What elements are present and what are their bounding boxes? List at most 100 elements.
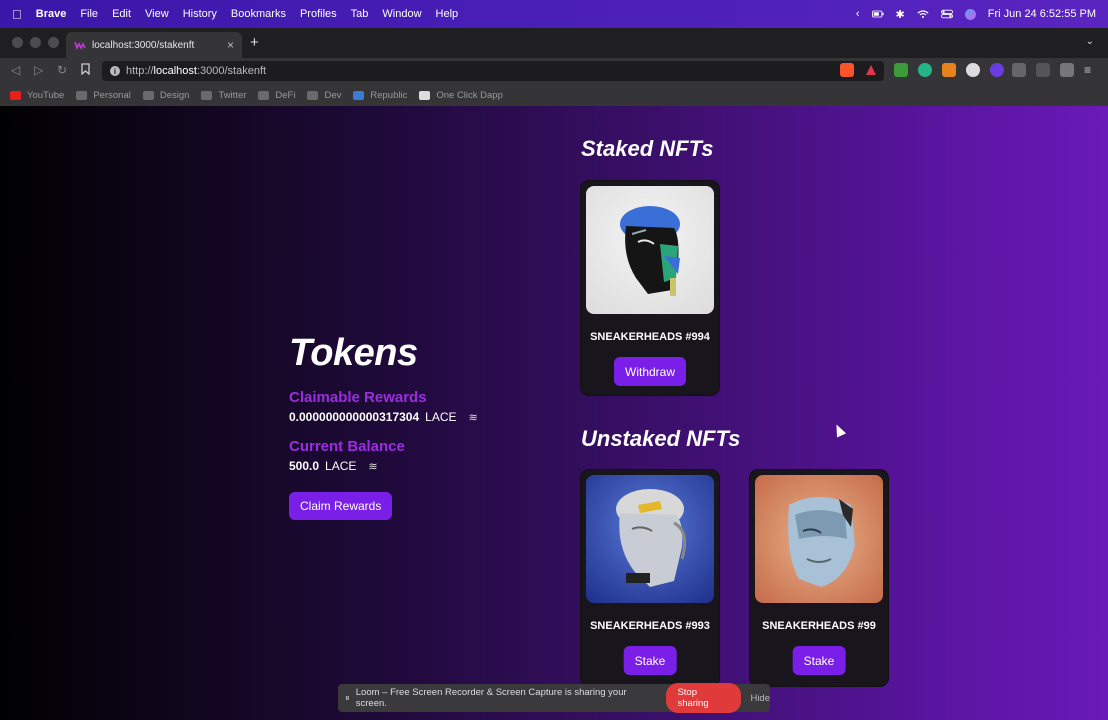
menu-app-brave[interactable]: Brave	[36, 8, 67, 20]
claimable-rewards-row: 0.000000000000317304 LACE ≋	[289, 410, 478, 424]
extension-grammarly-icon[interactable]	[918, 63, 932, 77]
extensions-puzzle-icon[interactable]	[1012, 63, 1026, 77]
stake-button[interactable]: Stake	[623, 646, 677, 675]
unstaked-nfts-title: Unstaked NFTs	[581, 426, 741, 451]
stake-button[interactable]: Stake	[792, 646, 846, 675]
bookmark-personal[interactable]: Personal	[76, 90, 131, 101]
withdraw-button[interactable]: Withdraw	[613, 357, 687, 386]
nft-head-image	[788, 497, 855, 587]
claimable-rewards-value: 0.000000000000317304	[289, 410, 420, 424]
extension-c-icon[interactable]	[966, 63, 980, 77]
nft-card-unstaked-99: SNEAKERHEADS #99 Stake	[750, 470, 888, 686]
bookmark-label: Republic	[370, 89, 408, 101]
menu-help[interactable]: Help	[436, 8, 459, 20]
window-controls	[12, 37, 59, 48]
nft-head-image	[620, 206, 680, 296]
back-button[interactable]: ◁	[11, 63, 20, 77]
bookmark-label: Personal	[93, 89, 131, 101]
nft-image	[755, 475, 883, 603]
minimize-window-button[interactable]	[30, 37, 41, 48]
folder-icon	[201, 90, 213, 100]
bookmark-label: Twitter	[218, 89, 247, 101]
stop-sharing-button[interactable]: Stop sharing	[666, 683, 742, 713]
brave-shields-icon[interactable]	[840, 63, 854, 77]
bluetooth-icon[interactable]: ✱	[896, 8, 905, 21]
menu-view[interactable]: View	[145, 8, 169, 20]
bookmark-icon[interactable]	[81, 63, 90, 75]
new-tab-button[interactable]: +	[250, 34, 259, 51]
metamask-icon[interactable]	[942, 63, 956, 77]
forward-button[interactable]: ▷	[34, 63, 43, 77]
close-window-button[interactable]	[12, 37, 23, 48]
nft-name: SNEAKERHEADS #993	[590, 620, 710, 632]
apple-icon[interactable]: 	[12, 7, 22, 22]
bookmark-defi[interactable]: DeFi	[258, 90, 295, 101]
loom-message: Loom – Free Screen Recorder & Screen Cap…	[355, 687, 627, 709]
current-balance-value: 500.0	[289, 459, 320, 473]
claim-rewards-button[interactable]: Claim Rewards	[289, 492, 393, 520]
mouse-cursor	[831, 422, 847, 438]
bookmarks-bar: YouTube Personal Design Twitter DeFi Dev…	[0, 84, 1108, 106]
folder-icon	[142, 90, 154, 100]
menu-window[interactable]: Window	[382, 8, 421, 20]
menu-file[interactable]: File	[80, 8, 98, 20]
wallet-icon[interactable]	[1060, 63, 1074, 77]
menu-history[interactable]: History	[183, 8, 217, 20]
bookmark-youtube[interactable]: YouTube	[10, 90, 64, 101]
nft-image	[586, 186, 714, 314]
staked-nfts-title: Staked NFTs	[581, 136, 714, 161]
chevron-left-icon[interactable]: ‹	[856, 8, 860, 20]
reload-button[interactable]: ↻	[57, 63, 67, 77]
close-tab-icon[interactable]: ×	[227, 38, 234, 52]
page-icon	[419, 90, 431, 100]
tab-list-chevron-icon[interactable]: ⌄	[1086, 36, 1094, 47]
bookmark-label: DeFi	[275, 89, 296, 101]
current-balance-row: 500.0 LACE ≋	[289, 459, 478, 473]
zoom-window-button[interactable]	[48, 37, 59, 48]
address-bar[interactable]: i http://localhost:3000/stakenft	[102, 61, 884, 81]
menubar-datetime[interactable]: Fri Jun 24 6:52:55 PM	[988, 8, 1096, 20]
menu-edit[interactable]: Edit	[112, 8, 131, 20]
extension-purple-icon[interactable]	[990, 63, 1004, 77]
control-center-icon[interactable]	[940, 9, 953, 19]
loom-sharing-bar: ⏸ Loom – Free Screen Recorder & Screen C…	[338, 683, 770, 713]
bookmark-twitter[interactable]: Twitter	[201, 90, 246, 101]
coin-icon: ≋	[468, 411, 478, 424]
browser-toolbar: ◁ ▷ ↻ i http://localhost:3000/stakenft ≡	[0, 58, 1108, 84]
hide-button[interactable]: Hide	[750, 693, 770, 704]
folder-icon	[307, 90, 319, 100]
menu-profiles[interactable]: Profiles	[300, 8, 337, 20]
menu-tab[interactable]: Tab	[351, 8, 369, 20]
menu-bookmarks[interactable]: Bookmarks	[231, 8, 286, 20]
nft-card-staked-994: SNEAKERHEADS #994 Withdraw	[581, 181, 719, 395]
wifi-icon[interactable]	[917, 9, 929, 19]
folder-icon	[258, 90, 270, 100]
bookmark-one-click-dapp[interactable]: One Click Dapp	[419, 90, 503, 101]
tab-localhost-stakenft[interactable]: localhost:3000/stakenft ×	[66, 32, 242, 58]
site-favicon-icon	[74, 41, 86, 50]
bookmark-republic[interactable]: Republic	[353, 90, 407, 101]
youtube-icon	[10, 90, 21, 100]
bookmark-label: Design	[159, 89, 190, 101]
macos-menubar:  Brave File Edit View History Bookmarks…	[0, 0, 1108, 28]
page-content: Tokens Claimable Rewards 0.0000000000003…	[0, 106, 1108, 720]
bookmark-design[interactable]: Design	[142, 89, 190, 101]
tokens-panel: Tokens Claimable Rewards 0.0000000000003…	[289, 332, 478, 473]
battery-icon[interactable]	[871, 9, 884, 19]
bookmark-label: Dev	[324, 89, 342, 101]
bookmark-dev[interactable]: Dev	[307, 90, 341, 101]
nft-head-image	[616, 489, 687, 587]
folder-icon	[76, 90, 88, 100]
pause-icon[interactable]: ⏸	[345, 693, 350, 704]
url-scheme: http://	[126, 65, 154, 77]
tab-strip: localhost:3000/stakenft × + ⌄	[0, 28, 1108, 58]
nft-image	[586, 475, 714, 603]
site-info-icon[interactable]: i	[110, 66, 120, 76]
claimable-rewards-unit: LACE	[425, 410, 457, 424]
menu-hamburger-icon[interactable]: ≡	[1084, 63, 1098, 77]
nft-name: SNEAKERHEADS #994	[590, 331, 710, 343]
siri-icon[interactable]	[964, 8, 976, 20]
reading-list-icon[interactable]	[1036, 63, 1050, 77]
brave-rewards-icon[interactable]	[864, 63, 878, 77]
extension-green-icon[interactable]	[894, 63, 908, 77]
